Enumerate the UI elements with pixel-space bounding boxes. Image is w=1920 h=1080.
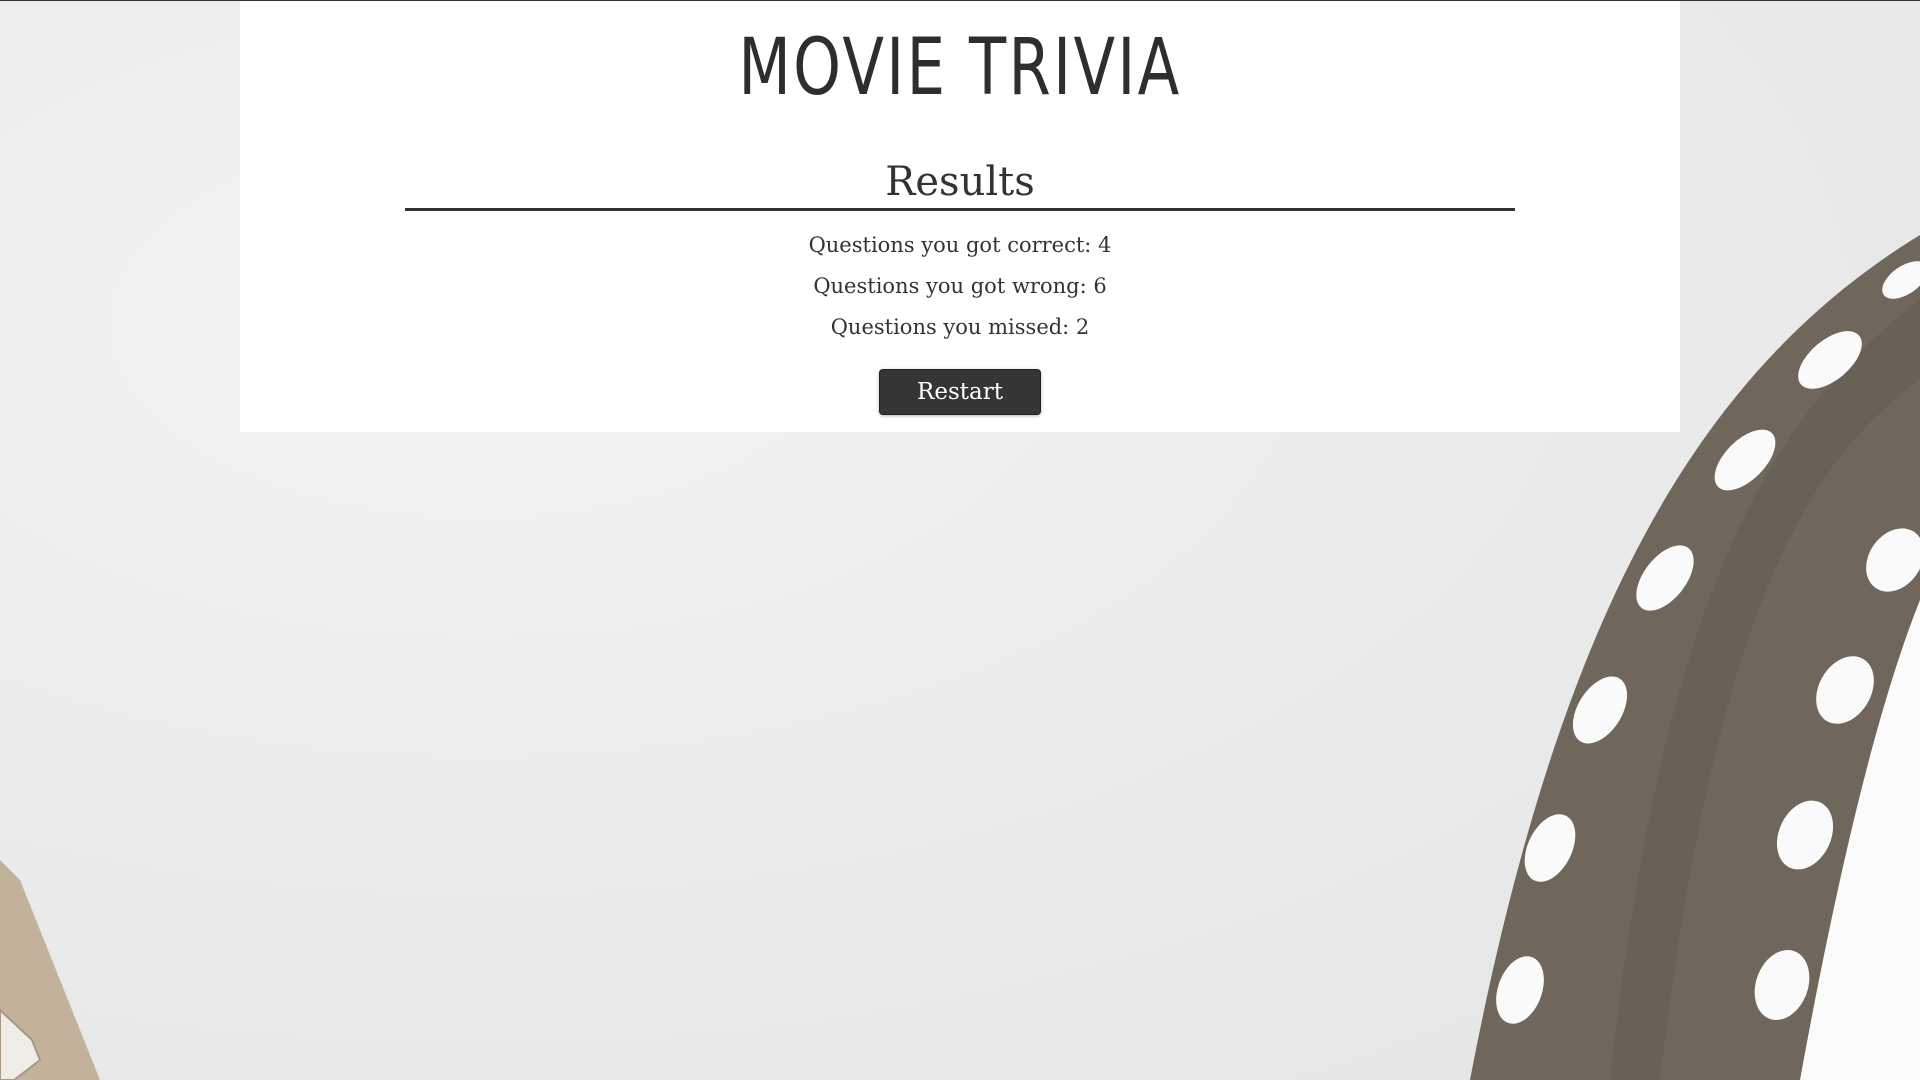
correct-count-text: Questions you got correct: 4 [808,233,1112,257]
results-heading: Results [405,156,1515,211]
restart-button[interactable]: Restart [879,369,1041,415]
site-title: MOVIE TRIVIA [738,23,1182,113]
wrong-count-text: Questions you got wrong: 6 [813,274,1107,298]
missed-count-text: Questions you missed: 2 [830,315,1090,339]
results-panel: MOVIE TRIVIA Results Questions you got c… [240,1,1680,432]
